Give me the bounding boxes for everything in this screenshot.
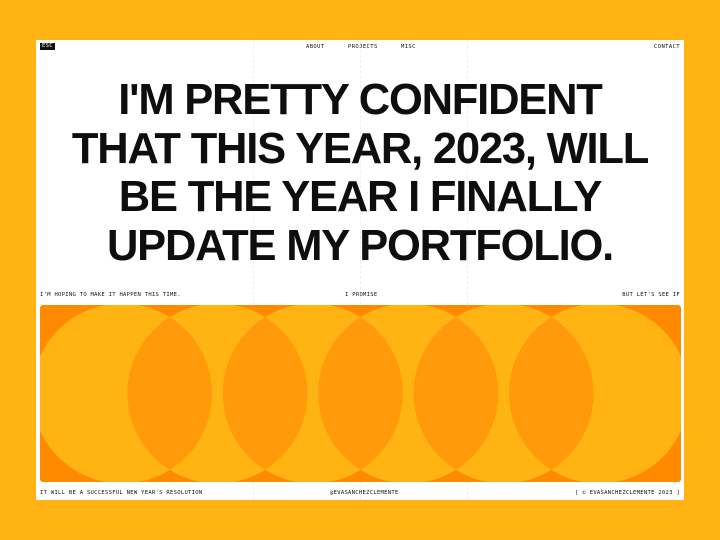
headline-line-1: I'M PRETTY CONFIDENT bbox=[118, 76, 603, 124]
circles-banner bbox=[40, 305, 681, 482]
nav-link-contact[interactable]: CONTACT bbox=[654, 44, 680, 51]
nav-link-about[interactable]: ABOUT bbox=[306, 44, 325, 51]
caption-bottom-center[interactable]: @EVASANCHEZCLEMENTE bbox=[330, 490, 399, 497]
nav-link-projects[interactable]: PROJECTS bbox=[348, 44, 378, 51]
portfolio-page: ESC ABOUT PROJECTS MISC CONTACT I'M PRET… bbox=[36, 40, 684, 500]
caption-bottom-left: IT WILL BE A SUCCESSFUL NEW YEAR'S RESOL… bbox=[40, 490, 203, 496]
caption-bottom-right: [ © EVASANCHEZCLEMENTE 2023 ] bbox=[575, 490, 680, 496]
headline-line-2: THAT THIS YEAR, 2023, WILL bbox=[71, 124, 649, 173]
headline-line-3: BE THE YEAR I FINALLY bbox=[118, 173, 603, 221]
caption-top-right: BUT LET'S SEE IF bbox=[622, 292, 680, 298]
top-nav: ESC ABOUT PROJECTS MISC CONTACT bbox=[36, 40, 684, 54]
headline-line-4: UPDATE MY PORTFOLIO. bbox=[106, 221, 614, 270]
caption-top-center: I PROMISE bbox=[345, 292, 378, 298]
headline: I'M PRETTY CONFIDENT THAT THIS YEAR, 202… bbox=[36, 76, 684, 270]
nav-link-misc[interactable]: MISC bbox=[401, 44, 416, 51]
esc-logo-badge[interactable]: ESC bbox=[40, 43, 55, 50]
overlapping-circles-graphic bbox=[40, 305, 681, 482]
caption-top-left: I'M HOPING TO MAKE IT HAPPEN THIS TIME. bbox=[40, 292, 181, 298]
